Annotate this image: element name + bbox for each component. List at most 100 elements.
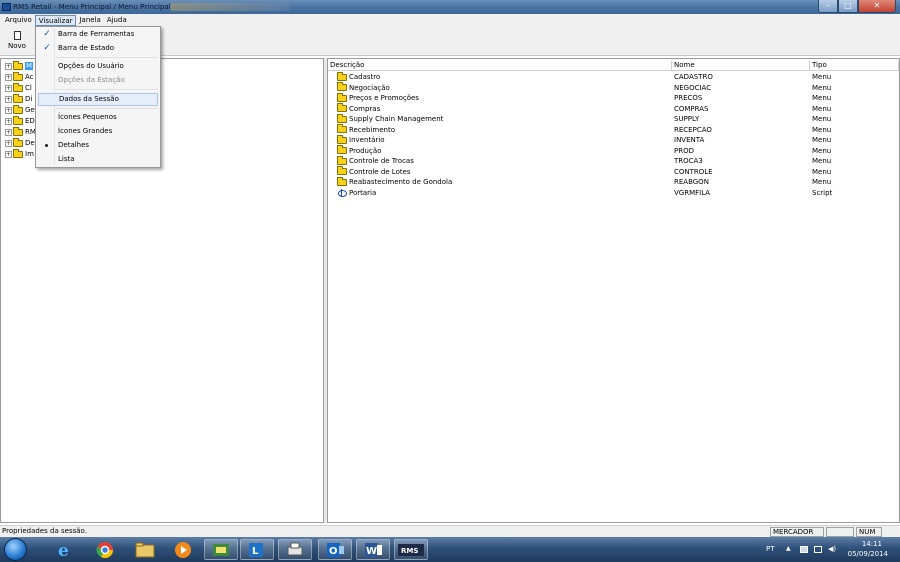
menu-separator: [56, 57, 158, 58]
new-document-icon: [13, 31, 21, 40]
tree-item[interactable]: + RM: [5, 126, 36, 137]
rms-app-icon: [2, 3, 11, 11]
folder-icon: [337, 155, 347, 165]
tree-item[interactable]: + Ge: [5, 104, 35, 115]
network-icon[interactable]: [814, 546, 822, 553]
start-button[interactable]: [4, 538, 27, 561]
svg-text:L: L: [252, 546, 259, 557]
item-description-text: Cadastro: [349, 73, 381, 81]
list-item[interactable]: Supply Chain Management SUPPLY Menu: [328, 113, 899, 125]
tree-item[interactable]: + Cl: [5, 82, 32, 93]
expand-icon[interactable]: +: [5, 139, 12, 147]
item-description: Supply Chain Management: [337, 113, 443, 124]
volume-icon[interactable]: ◀): [828, 545, 836, 553]
minimize-button[interactable]: –: [818, 0, 838, 13]
list-item[interactable]: Controle de Trocas TROCA3 Menu: [328, 155, 899, 167]
folder-icon: [13, 137, 23, 147]
item-description: Recebimento: [337, 124, 395, 135]
printer-app-icon[interactable]: [278, 539, 312, 560]
expand-icon[interactable]: +: [5, 106, 12, 114]
checkmark-icon: ✓: [43, 29, 51, 39]
status-message: Propriedades da sessão.: [2, 527, 87, 535]
new-button[interactable]: Novo: [3, 29, 31, 53]
menu-item-details[interactable]: Detalhes: [38, 139, 158, 152]
tree-item[interactable]: + M: [5, 60, 34, 71]
list-item[interactable]: Recebimento RECEPCAO Menu: [328, 124, 899, 136]
internet-explorer-icon[interactable]: e: [48, 539, 82, 560]
item-type: Menu: [812, 157, 832, 165]
list-item[interactable]: Produção PROD Menu: [328, 145, 899, 157]
tree-item[interactable]: + ED: [5, 115, 35, 126]
folder-icon: [337, 176, 347, 186]
menu-janela[interactable]: Janela: [76, 15, 103, 26]
tree-item[interactable]: + Im: [5, 148, 34, 159]
show-hidden-icons-icon[interactable]: ▲: [786, 545, 794, 552]
list-item[interactable]: Controle de Lotes CONTROLE Menu: [328, 166, 899, 178]
item-description: Negociação: [337, 82, 390, 93]
list-item[interactable]: Cadastro CADASTRO Menu: [328, 71, 899, 83]
expand-icon[interactable]: +: [5, 128, 12, 136]
column-header-nome[interactable]: Nome: [672, 61, 810, 71]
menu-item-station-options: Opções da Estação: [38, 74, 158, 87]
menu-item-user-options[interactable]: Opções do Usuário: [38, 60, 158, 73]
expand-icon[interactable]: +: [5, 62, 12, 70]
app-icon[interactable]: [204, 539, 238, 560]
list-item[interactable]: Compras COMPRAS Menu: [328, 103, 899, 115]
redacted-title-region: [170, 3, 290, 11]
menu-arquivo[interactable]: Arquivo: [2, 15, 35, 26]
list-item[interactable]: Portaria VGRMFILA Script: [328, 188, 899, 199]
chrome-icon[interactable]: [88, 539, 122, 560]
item-name: INVENTA: [674, 136, 705, 144]
clock-time[interactable]: 14:11: [862, 540, 882, 548]
list-item[interactable]: Inventário INVENTA Menu: [328, 134, 899, 146]
file-explorer-icon[interactable]: [128, 539, 162, 560]
list-item[interactable]: Reabastecimento de Gondola REABGON Menu: [328, 176, 899, 188]
lync-icon[interactable]: L: [240, 539, 274, 560]
menu-item-toolbar[interactable]: ✓ Barra de Ferramentas: [38, 28, 158, 41]
menu-item-label: Lista: [58, 155, 75, 163]
expand-icon[interactable]: +: [5, 117, 12, 125]
list-item[interactable]: Negociação NEGOCIAC Menu: [328, 82, 899, 94]
outlook-icon[interactable]: O: [318, 539, 352, 560]
menu-item-label: Detalhes: [58, 141, 90, 149]
menu-visualizar[interactable]: Visualizar: [34, 14, 77, 26]
menu-item-small-icons[interactable]: Ícones Pequenos: [38, 111, 158, 124]
item-description-text: Portaria: [349, 188, 377, 197]
menu-ajuda[interactable]: Ajuda: [104, 15, 130, 26]
tree-item[interactable]: + Ac: [5, 71, 34, 82]
close-button[interactable]: ✕: [858, 0, 896, 13]
maximize-button[interactable]: □: [838, 0, 858, 13]
flag-icon[interactable]: [800, 546, 808, 553]
column-header-tipo[interactable]: Tipo: [810, 61, 899, 71]
item-type: Menu: [812, 83, 832, 92]
rms-icon[interactable]: RMS: [394, 539, 428, 560]
expand-icon[interactable]: +: [5, 73, 12, 81]
item-description-text: Recebimento: [349, 125, 395, 134]
word-letter: W: [366, 546, 377, 557]
expand-icon[interactable]: +: [5, 95, 12, 103]
menu-item-large-icons[interactable]: Ícones Grandes: [38, 125, 158, 138]
tree-item[interactable]: + Di: [5, 93, 32, 104]
tree-item-label: Cl: [25, 84, 32, 92]
rms-letters: RMS: [401, 547, 418, 555]
media-player-icon[interactable]: [166, 539, 200, 560]
clock-date[interactable]: 05/09/2014: [848, 550, 888, 558]
menu-item-label: Ícones Pequenos: [58, 113, 117, 121]
outlook-letter: O: [329, 546, 338, 557]
menu-item-session-data[interactable]: Dados da Sessão: [38, 93, 158, 106]
window-controls: – □ ✕: [818, 0, 896, 13]
list-item[interactable]: Preços e Promoções PRECOS Menu: [328, 92, 899, 104]
svg-text:e: e: [58, 541, 69, 559]
item-description-text: Controle de Lotes: [349, 167, 411, 176]
menu-item-statusbar[interactable]: ✓ Barra de Estado: [38, 42, 158, 55]
column-header-descricao[interactable]: Descrição: [328, 61, 672, 71]
tree-item[interactable]: + De: [5, 137, 35, 148]
view-menu-dropdown: ✓ Barra de Ferramentas ✓ Barra de Estado…: [35, 26, 161, 168]
word-icon[interactable]: W: [356, 539, 390, 560]
language-indicator[interactable]: PT: [766, 545, 775, 553]
menu-item-list[interactable]: Lista: [38, 153, 158, 166]
expand-icon[interactable]: +: [5, 84, 12, 92]
expand-icon[interactable]: +: [5, 150, 12, 158]
folder-icon: [337, 124, 347, 133]
item-name: REABGON: [674, 178, 709, 186]
